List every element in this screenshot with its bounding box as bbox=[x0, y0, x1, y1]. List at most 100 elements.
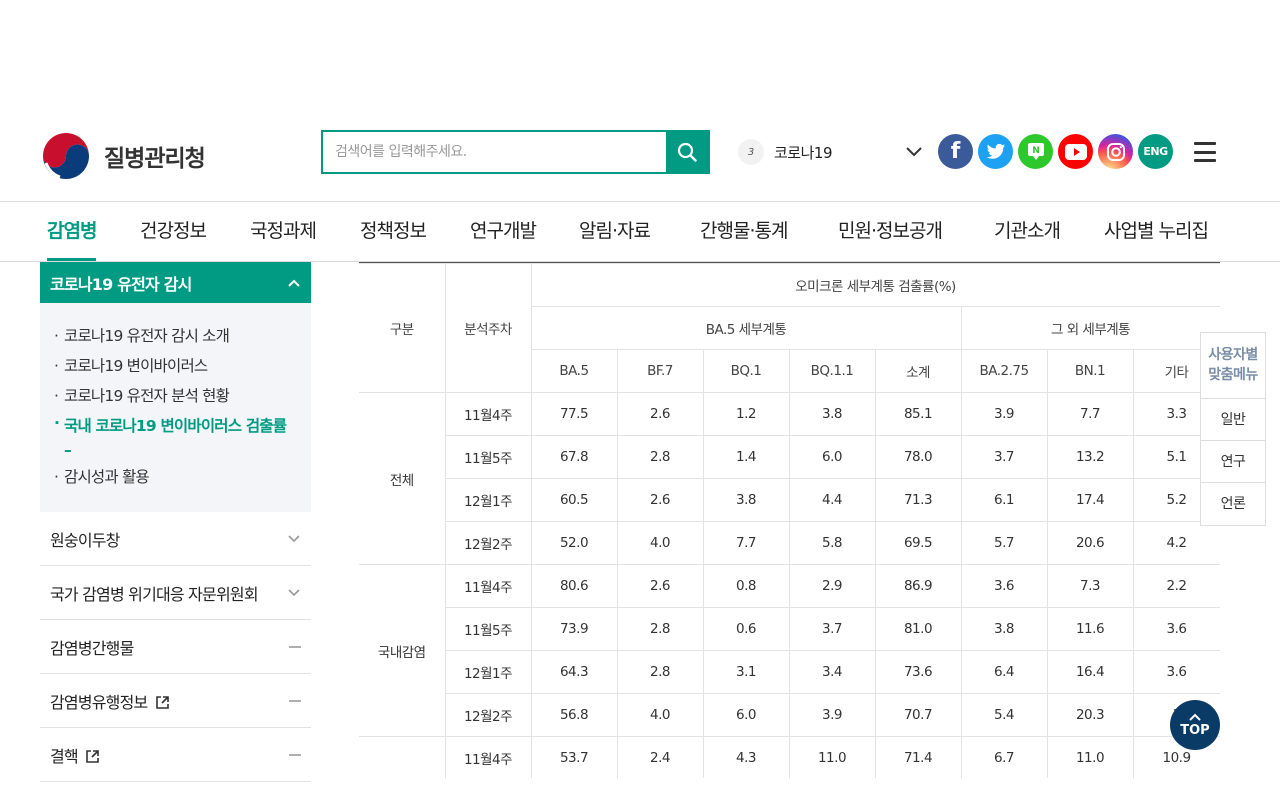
logo[interactable]: 질병관리청 bbox=[40, 130, 206, 182]
side-nav-item-tuberculosis[interactable]: 결핵 bbox=[40, 728, 311, 782]
submenu-item-detection-rate[interactable]: 국내 코로나19 변이바이러스 검출률 – bbox=[54, 411, 297, 462]
chevron-down-icon[interactable] bbox=[905, 142, 923, 162]
quick-menu-press[interactable]: 언론 bbox=[1201, 483, 1265, 525]
submenu-item-variants[interactable]: 코로나19 변이바이러스 bbox=[54, 351, 297, 381]
side-nav-item-monkeypox[interactable]: 원숭이두창 bbox=[40, 512, 311, 566]
play-icon bbox=[1064, 143, 1087, 160]
search-button[interactable] bbox=[666, 132, 708, 172]
side-nav-item-advisory-committee[interactable]: 국가 감염병 위기대응 자문위원회 bbox=[40, 566, 311, 620]
week-cell: 11월5주 bbox=[445, 607, 532, 651]
nav-item-notice-data[interactable]: 알림·자료 bbox=[579, 202, 651, 261]
header-group: 구분 bbox=[359, 263, 446, 393]
facebook-icon[interactable]: f bbox=[938, 134, 973, 169]
table-row: 국내감염 11월4주 80.6 2.6 0.8 2.9 86.9 3.6 7.3 2.2 bbox=[359, 564, 1220, 737]
english-site-button[interactable]: ENG bbox=[1138, 134, 1173, 169]
value-cell: 3.8 bbox=[960, 607, 1048, 651]
value-cell: 77.5 bbox=[530, 392, 618, 436]
side-nav-item-wrap: 감염병유행정보 bbox=[50, 689, 170, 713]
youtube-icon[interactable] bbox=[1058, 134, 1093, 169]
side-nav-submenu: 코로나19 유전자 감시 소개 코로나19 변이바이러스 코로나19 유전자 분… bbox=[40, 303, 311, 512]
minus-icon bbox=[289, 753, 301, 756]
chevron-up-icon bbox=[1189, 713, 1201, 721]
quick-menu-general[interactable]: 일반 bbox=[1201, 399, 1265, 441]
table-row: 12월2주 52.0 4.0 7.7 5.8 69.5 5.7 20.6 4.2 bbox=[359, 521, 1220, 565]
value-cell: 3.9 bbox=[960, 392, 1048, 436]
header-omicron-rate: 오미크론 세부계통 검출률(%) bbox=[530, 263, 1220, 307]
nav-item-about[interactable]: 기관소개 bbox=[994, 202, 1061, 261]
side-nav-item-label: 원숭이두창 bbox=[50, 530, 120, 550]
value-cell: 69.5 bbox=[874, 521, 962, 565]
side-nav-current[interactable]: 코로나19 유전자 감시 bbox=[40, 262, 311, 303]
value-cell: 2.6 bbox=[616, 478, 704, 522]
chevron-down-icon bbox=[288, 588, 300, 596]
value-cell: 67.8 bbox=[530, 435, 618, 479]
value-cell: 71.4 bbox=[874, 736, 962, 778]
group-cell bbox=[359, 736, 446, 778]
header-col: BA.2.75 bbox=[960, 349, 1048, 393]
value-cell: 3.7 bbox=[960, 435, 1048, 479]
header-ba5-group: BA.5 세부계통 bbox=[531, 306, 962, 350]
quick-menu-research[interactable]: 연구 bbox=[1201, 441, 1265, 483]
nav-item-civil-info[interactable]: 민원·정보공개 bbox=[838, 202, 943, 261]
week-cell: 11월4주 bbox=[444, 392, 532, 436]
table-body: 전체 11월4주 77.5 2.6 1.2 3.8 85.1 3.9 7.7 3.3 11월5주 67… bbox=[359, 392, 1220, 778]
nav-item-infectious-disease[interactable]: 감염병 bbox=[47, 202, 97, 261]
hamburger-menu-icon[interactable] bbox=[1194, 142, 1216, 162]
side-nav-item-epidemic-info[interactable]: 감염병유행정보 bbox=[40, 674, 311, 728]
value-cell: 3.6 bbox=[960, 564, 1048, 608]
trending-keyword[interactable]: 3 코로나19 bbox=[738, 138, 923, 166]
value-cell: 6.0 bbox=[702, 693, 790, 737]
search-icon bbox=[677, 142, 697, 162]
camera-icon bbox=[1106, 142, 1125, 161]
nav-item-policy-info[interactable]: 정책정보 bbox=[360, 202, 427, 261]
nav-item-publications-stats[interactable]: 간행물·통계 bbox=[700, 202, 788, 261]
menu-bar bbox=[1194, 159, 1216, 162]
table-row: 11월4주 53.7 2.4 4.3 11.0 71.4 6.7 11.0 10.9 bbox=[359, 736, 1220, 778]
value-cell: 11.0 bbox=[788, 736, 876, 778]
side-nav-item-wrap: 결핵 bbox=[50, 743, 100, 767]
value-cell: 3.6 bbox=[1132, 650, 1220, 694]
nav-item-research[interactable]: 연구개발 bbox=[470, 202, 537, 261]
header-week: 분석주차 bbox=[444, 263, 532, 393]
value-cell: 78.0 bbox=[874, 435, 962, 479]
submenu-item-intro[interactable]: 코로나19 유전자 감시 소개 bbox=[54, 321, 297, 351]
value-cell: 11.6 bbox=[1046, 607, 1134, 651]
value-cell: 1.4 bbox=[702, 435, 790, 479]
instagram-icon[interactable] bbox=[1098, 134, 1133, 169]
value-cell: 86.9 bbox=[874, 564, 962, 608]
value-cell: 7.7 bbox=[1046, 392, 1134, 436]
logo-text: 질병관리청 bbox=[104, 146, 206, 172]
side-nav: 코로나19 유전자 감시 코로나19 유전자 감시 소개 코로나19 변이바이러… bbox=[40, 262, 311, 782]
value-cell: 4.4 bbox=[788, 478, 876, 522]
table-row: 11월5주 67.8 2.8 1.4 6.0 78.0 3.7 13.2 5.1 bbox=[359, 435, 1220, 479]
submenu-item-analysis[interactable]: 코로나19 유전자 분석 현황 bbox=[54, 381, 297, 411]
minus-icon bbox=[289, 699, 301, 702]
nav-item-health-info[interactable]: 건강정보 bbox=[140, 202, 207, 261]
menu-bar bbox=[1194, 150, 1216, 154]
twitter-icon[interactable] bbox=[978, 134, 1013, 169]
blog-icon: N bbox=[1027, 142, 1044, 160]
value-cell: 16.4 bbox=[1046, 650, 1134, 694]
chevron-up-icon bbox=[288, 279, 300, 287]
search-input[interactable] bbox=[323, 132, 666, 172]
nav-item-national-tasks[interactable]: 국정과제 bbox=[250, 202, 317, 261]
value-cell: 4.2 bbox=[1132, 521, 1220, 565]
value-cell: 7.7 bbox=[702, 521, 790, 565]
value-cell: 3.7 bbox=[788, 607, 876, 651]
main-nav: 감염병 건강정보 국정과제 정책정보 연구개발 알림·자료 간행물·통계 민원·… bbox=[0, 202, 1280, 262]
value-cell: 64.3 bbox=[530, 650, 618, 694]
facebook-glyph: f bbox=[950, 139, 961, 164]
minus-icon bbox=[289, 645, 301, 648]
value-cell: 3.1 bbox=[702, 650, 790, 694]
value-cell: 6.4 bbox=[960, 650, 1048, 694]
value-cell: 53.7 bbox=[530, 736, 618, 778]
side-nav-item-publications[interactable]: 감염병간행물 bbox=[40, 620, 311, 674]
submenu-item-outcomes[interactable]: 감시성과 활용 bbox=[54, 462, 297, 492]
table-row: 12월1주 64.3 2.8 3.1 3.4 73.6 6.4 16.4 3.6 bbox=[359, 650, 1220, 694]
naver-blog-icon[interactable]: N bbox=[1018, 134, 1053, 169]
scroll-top-label: TOP bbox=[1180, 723, 1210, 738]
site-header: 질병관리청 3 코로나19 f N bbox=[0, 0, 1280, 202]
value-cell: 2.9 bbox=[788, 564, 876, 608]
scroll-top-button[interactable]: TOP bbox=[1170, 700, 1220, 750]
nav-item-business-sites[interactable]: 사업별 누리집 bbox=[1104, 202, 1209, 261]
